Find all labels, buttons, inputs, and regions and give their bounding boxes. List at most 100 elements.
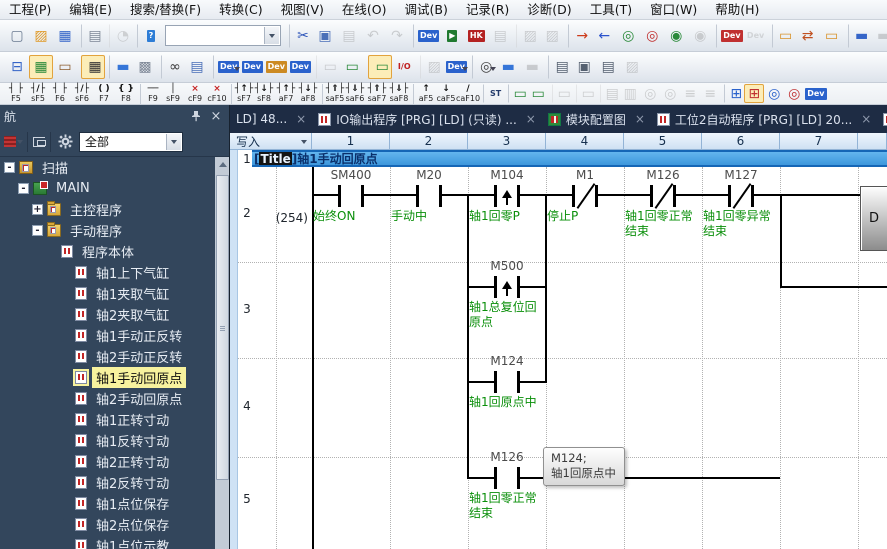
tree-item[interactable]: 轴2正转寸动 [0,451,215,472]
project-revision-button[interactable]: ◔ [109,24,133,48]
device-test-button[interactable]: ⇄ [796,24,820,48]
monitor-run-button[interactable]: ▶ [440,24,464,48]
comment-edit-button[interactable]: ▭ [340,55,364,79]
redo-button[interactable]: ↷ [385,24,409,48]
inline-st-button[interactable]: ST [483,84,504,103]
parameter-copy-button[interactable]: ▨ [540,24,564,48]
document-tab[interactable]: 模块配置图 × [542,105,651,133]
ladder-symbol-button[interactable]: ┤↑├ sF7 [231,84,253,104]
delete-row-button[interactable]: ≡ [700,84,720,103]
tree-expand-box[interactable]: - [18,183,29,194]
ladder-symbol-button[interactable]: │ sF9 [162,84,184,104]
contact-m500[interactable]: M500 轴1总复位回原点 [467,259,547,355]
verify-with-plc-button[interactable]: ◎ [616,24,640,48]
write-mode-cell[interactable]: 写入 [230,133,312,150]
menu-item[interactable]: 编辑(E) [60,0,121,20]
tree-item[interactable]: 轴1反转寸动 [0,430,215,451]
device-write-button[interactable]: Dev [413,24,440,48]
monitor-watch-button[interactable]: ◉ [664,24,688,48]
help-button[interactable]: ? [137,24,161,48]
paste-button[interactable]: ▤ [337,24,361,48]
write-mode-find-button[interactable]: ◎ [660,84,680,103]
device-io-button[interactable]: Dev [288,55,312,79]
edit-line-mode-button[interactable]: ⊞ [744,84,764,103]
ladder-copy-button[interactable]: ▤ [600,84,620,103]
device-search-blue-button[interactable]: ◎ [764,84,784,103]
ladder-symbol-button[interactable]: ┤ ├ F5 [5,84,27,104]
scroll-up-icon[interactable] [215,157,230,171]
tree-item[interactable]: 轴2手动正反转 [0,346,215,367]
instruction-help-button[interactable]: ▭ [576,84,596,103]
device-find-button[interactable]: Dev [213,55,240,79]
statement-display-button[interactable]: ▤ [548,55,572,79]
close-tab-icon[interactable]: × [296,112,306,126]
contact-m126-rung5[interactable]: M126 轴1回零正常结束 [467,450,547,546]
contact-m20[interactable]: M20 手动中 [389,168,469,264]
find-button[interactable]: ∞ [161,55,185,79]
ladder-symbol-button[interactable]: ┤/├ sF5 [27,84,49,104]
menu-item[interactable]: 转换(C) [210,0,271,20]
device-skip-button[interactable]: Dev [744,24,768,48]
write-to-plc-button[interactable]: → [568,24,592,48]
transfer-setup-button[interactable]: ▨ [420,55,444,79]
new-project-button[interactable]: ▢ [5,24,29,48]
combobox-dropdown-icon[interactable] [264,27,279,44]
ladder-symbol-button[interactable]: × cF10 [206,84,228,104]
coil-find-button[interactable]: ▬ [520,55,544,79]
tree-scrollbar-thumb[interactable] [216,175,229,480]
module-configuration-button[interactable]: ▦ [29,55,53,79]
menu-item[interactable]: 工具(T) [581,0,641,20]
tree-item[interactable]: 轴2反转寸动 [0,472,215,493]
rung-select-strip[interactable] [230,150,238,549]
contact-m126-rung2[interactable]: M126 轴1回零正常结束 [623,168,703,264]
screen-find-button[interactable]: ▬ [496,55,520,79]
read-from-plc-button[interactable]: ← [592,24,616,48]
tree-item[interactable]: 轴1正转寸动 [0,409,215,430]
document-tab[interactable]: LD] 48... × [230,105,312,133]
menu-item[interactable]: 记录(R) [457,0,518,20]
window-cascade-button[interactable]: ▬ [872,24,887,48]
save-project-button[interactable]: ▦ [53,24,77,48]
close-pane-icon[interactable]: × [206,106,226,126]
statement-edit-button[interactable]: ▭ [528,84,548,103]
document-tab[interactable]: IO输出程序 [PRG] [LD] (只读) ... × [312,105,542,133]
menu-item[interactable]: 调试(B) [396,0,457,20]
tree-filter-combobox[interactable]: 全部 [79,132,183,152]
tree-item[interactable]: 轴1手动回原点 [0,367,215,388]
contact-sm400[interactable]: SM400 始终ON [311,168,391,264]
device-display-search-button[interactable]: Dev [804,84,827,103]
paste-special-button[interactable]: ▤ [488,24,512,48]
tree-item[interactable]: 轴1上下气缸 [0,262,215,283]
menu-item[interactable]: 帮助(H) [706,0,768,20]
gear-icon[interactable] [55,132,75,152]
menu-item[interactable]: 搜索/替换(F) [121,0,210,20]
statement-list-button[interactable]: ▭ [820,24,844,48]
close-tab-icon[interactable]: × [526,112,536,126]
contact-m104[interactable]: M104 轴1回零P [467,168,547,264]
ladder-symbol-button[interactable]: ( ) F7 [93,84,115,104]
inline-st-display-button[interactable]: ▣ [572,55,596,79]
list-display-button[interactable]: ▤ [596,55,620,79]
menu-item[interactable]: 工程(P) [0,0,60,20]
copy-button[interactable]: ▣ [313,24,337,48]
tree-expand-box[interactable]: + [32,204,43,215]
ladder-symbol-button[interactable]: ┤⇓├ saF6 [344,84,366,104]
find-replace-button[interactable]: ▤ [185,55,209,79]
close-tab-icon[interactable]: × [861,112,871,126]
intelligent-module-button[interactable]: ▦ [81,55,105,79]
tree-item[interactable]: 轴1点位保存 [0,493,215,514]
ladder-symbol-button[interactable]: ∕ caF10 [457,84,479,104]
ladder-symbol-button[interactable]: ── F9 [140,84,162,104]
rung-title-statement[interactable]: [Title]轴1手动回原点 [252,150,887,167]
navigation-window-button[interactable]: ⊟ [5,55,29,79]
monitor-stop-button[interactable]: ◉ [688,24,712,48]
tree-item[interactable]: 轴1点位示教 [0,535,215,549]
ladder-symbol-button[interactable]: ┤⇑├ saF5 [322,84,344,104]
tree-item[interactable]: - 手动程序 [0,220,215,241]
insert-row-button[interactable]: ≡ [680,84,700,103]
tree-item[interactable]: 程序本体 [0,241,215,262]
open-project-button[interactable]: ▨ [29,24,53,48]
ladder-symbol-button[interactable]: ┤/├ sF6 [71,84,93,104]
read-mode-find-button[interactable]: ◎ [640,84,660,103]
comment-display-button[interactable]: ▭ [316,55,340,79]
